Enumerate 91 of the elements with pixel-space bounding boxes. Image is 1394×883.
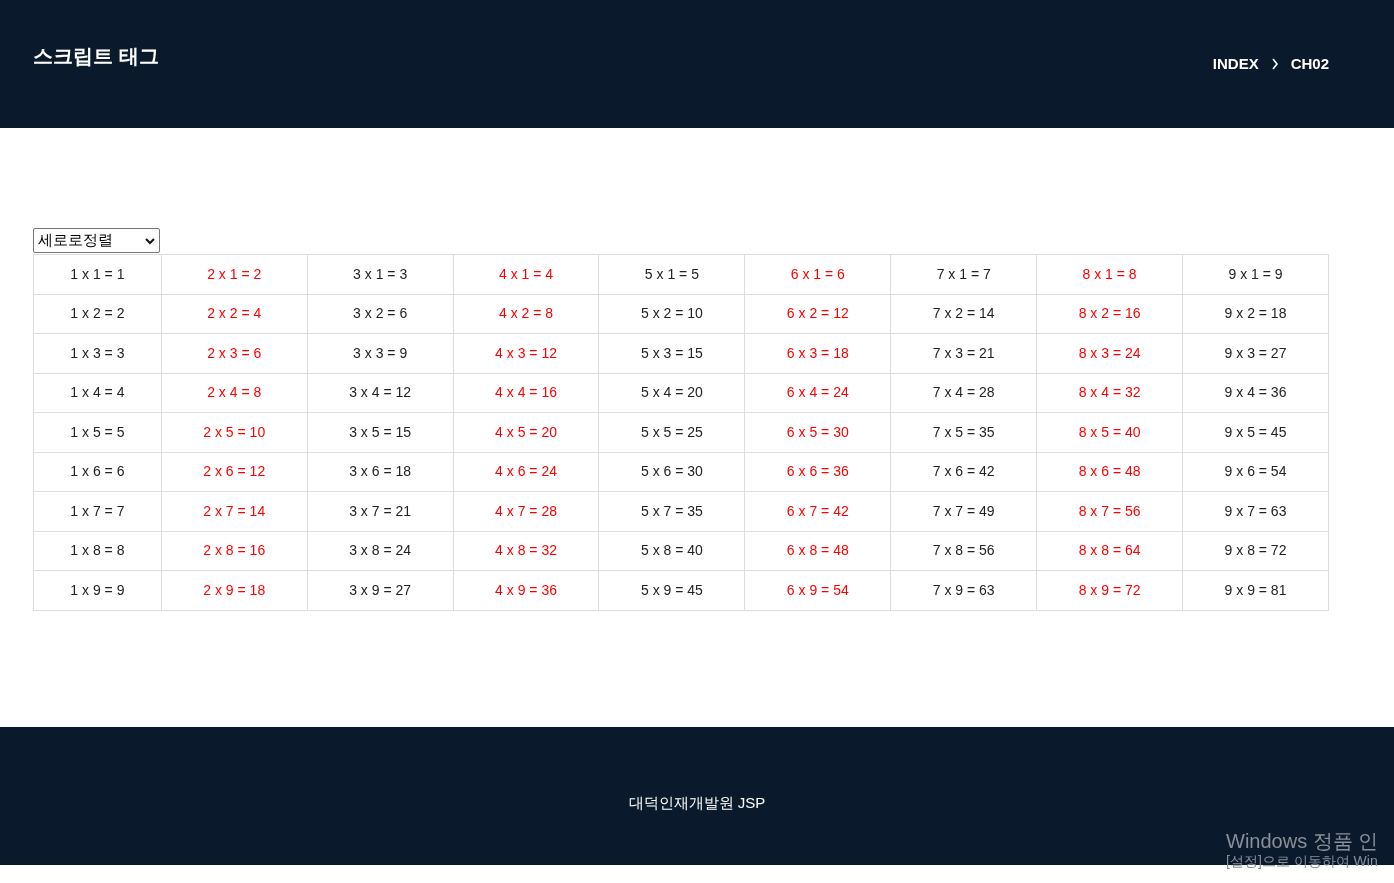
table-cell: 9 x 7 = 63: [1182, 491, 1329, 531]
table-cell: 8 x 6 = 48: [1036, 452, 1183, 492]
table-cell: 7 x 4 = 28: [890, 373, 1037, 413]
chevron-right-icon: [1270, 58, 1279, 70]
table-cell: 4 x 5 = 20: [453, 412, 599, 452]
table-cell: 9 x 4 = 36: [1182, 373, 1329, 413]
table-cell: 6 x 3 = 18: [744, 333, 891, 373]
table-cell: 8 x 1 = 8: [1036, 254, 1183, 294]
table-cell: 7 x 8 = 56: [890, 531, 1037, 571]
table-cell: 6 x 1 = 6: [744, 254, 891, 294]
table-cell: 4 x 1 = 4: [453, 254, 599, 294]
table-cell: 2 x 1 = 2: [161, 254, 308, 294]
table-cell: 2 x 3 = 6: [161, 333, 308, 373]
table-cell: 3 x 5 = 15: [307, 412, 454, 452]
table-cell: 3 x 4 = 12: [307, 373, 454, 413]
table-cell: 1 x 9 = 9: [33, 570, 162, 610]
table-cell: 4 x 8 = 32: [453, 531, 599, 571]
table-cell: 1 x 8 = 8: [33, 531, 162, 571]
table-cell: 7 x 1 = 7: [890, 254, 1037, 294]
table-cell: 1 x 7 = 7: [33, 491, 162, 531]
table-cell: 3 x 1 = 3: [307, 254, 454, 294]
table-cell: 7 x 6 = 42: [890, 452, 1037, 492]
footer-text: 대덕인재개발원 JSP: [628, 793, 766, 814]
table-cell: 8 x 9 = 72: [1036, 570, 1183, 610]
page-title: 스크립트 태그: [33, 44, 159, 69]
table-cell: 5 x 7 = 35: [598, 491, 745, 531]
table-cell: 4 x 6 = 24: [453, 452, 599, 492]
table-cell: 6 x 4 = 24: [744, 373, 891, 413]
select-value: 세로로정렬: [38, 230, 113, 251]
table-cell: 4 x 3 = 12: [453, 333, 599, 373]
table-cell: 6 x 6 = 36: [744, 452, 891, 492]
table-cell: 5 x 9 = 45: [598, 570, 745, 610]
table-cell: 9 x 2 = 18: [1182, 294, 1329, 334]
table-cell: 1 x 1 = 1: [33, 254, 162, 294]
table-cell: 8 x 3 = 24: [1036, 333, 1183, 373]
table-cell: 5 x 2 = 10: [598, 294, 745, 334]
table-cell: 4 x 9 = 36: [453, 570, 599, 610]
table-cell: 1 x 5 = 5: [33, 412, 162, 452]
table-cell: 7 x 3 = 21: [890, 333, 1037, 373]
table-cell: 3 x 7 = 21: [307, 491, 454, 531]
table-cell: 5 x 4 = 20: [598, 373, 745, 413]
table-cell: 5 x 1 = 5: [598, 254, 745, 294]
table-cell: 2 x 5 = 10: [161, 412, 308, 452]
table-cell: 9 x 3 = 27: [1182, 333, 1329, 373]
table-cell: 3 x 8 = 24: [307, 531, 454, 571]
table-cell: 3 x 6 = 18: [307, 452, 454, 492]
table-cell: 7 x 9 = 63: [890, 570, 1037, 610]
table-cell: 5 x 3 = 15: [598, 333, 745, 373]
table-cell: 7 x 5 = 35: [890, 412, 1037, 452]
table-cell: 7 x 7 = 49: [890, 491, 1037, 531]
table-cell: 2 x 4 = 8: [161, 373, 308, 413]
breadcrumb-link[interactable]: CH02: [1290, 52, 1329, 76]
table-cell: 6 x 5 = 30: [744, 412, 891, 452]
table-cell: 3 x 3 = 9: [307, 333, 454, 373]
table-cell: 3 x 2 = 6: [307, 294, 454, 334]
table-cell: 5 x 8 = 40: [598, 531, 745, 571]
table-cell: 8 x 8 = 64: [1036, 531, 1183, 571]
sort-select[interactable]: 세로로정렬: [33, 228, 160, 253]
table-cell: 4 x 7 = 28: [453, 491, 599, 531]
table-cell: 2 x 6 = 12: [161, 452, 308, 492]
table-cell: 1 x 3 = 3: [33, 333, 162, 373]
activation-title: Windows 정품 인: [1226, 829, 1379, 854]
activation-hint: [설정]으로 이동하여 Win: [1226, 852, 1379, 870]
table-cell: 1 x 2 = 2: [33, 294, 162, 334]
table-cell: 8 x 2 = 16: [1036, 294, 1183, 334]
table-cell: 9 x 6 = 54: [1182, 452, 1329, 492]
table-cell: 2 x 2 = 4: [161, 294, 308, 334]
table-cell: 3 x 9 = 27: [307, 570, 454, 610]
table-cell: 2 x 7 = 14: [161, 491, 308, 531]
table-cell: 5 x 6 = 30: [598, 452, 745, 492]
table-cell: 9 x 8 = 72: [1182, 531, 1329, 571]
table-cell: 6 x 2 = 12: [744, 294, 891, 334]
table-cell: 9 x 9 = 81: [1182, 570, 1329, 610]
table-cell: 9 x 5 = 45: [1182, 412, 1329, 452]
table-cell: 6 x 7 = 42: [744, 491, 891, 531]
breadcrumb-link[interactable]: INDEX: [1212, 52, 1259, 76]
table-cell: 8 x 4 = 32: [1036, 373, 1183, 413]
table-cell: 4 x 4 = 16: [453, 373, 599, 413]
table-cell: 5 x 5 = 25: [598, 412, 745, 452]
table-cell: 8 x 7 = 56: [1036, 491, 1183, 531]
table-cell: 6 x 8 = 48: [744, 531, 891, 571]
table-cell: 6 x 9 = 54: [744, 570, 891, 610]
table-cell: 2 x 8 = 16: [161, 531, 308, 571]
table-cell: 7 x 2 = 14: [890, 294, 1037, 334]
table-cell: 4 x 2 = 8: [453, 294, 599, 334]
table-cell: 1 x 6 = 6: [33, 452, 162, 492]
chevron-down-icon: [145, 237, 155, 245]
table-cell: 1 x 4 = 4: [33, 373, 162, 413]
table-cell: 2 x 9 = 18: [161, 570, 308, 610]
table-cell: 9 x 1 = 9: [1182, 254, 1329, 294]
table-cell: 8 x 5 = 40: [1036, 412, 1183, 452]
